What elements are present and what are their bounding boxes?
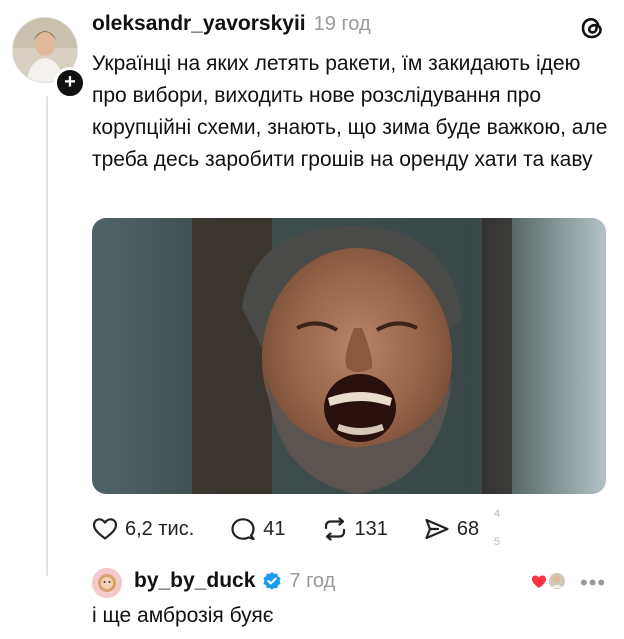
reply-timestamp: 7 год: [289, 569, 336, 592]
post-media-image[interactable]: [92, 218, 606, 494]
threads-logo-icon[interactable]: [578, 14, 606, 42]
heart-icon: [92, 518, 118, 540]
reply-text: і ще амброзія буяє: [92, 604, 274, 627]
post-header: oleksandr_yavorskyii 19 год: [92, 12, 371, 36]
heart-icon: [532, 575, 546, 588]
liked-by-author-indicator[interactable]: [530, 570, 568, 592]
like-button[interactable]: 6,2 тис.: [92, 517, 194, 541]
share-count: 68: [456, 517, 480, 540]
more-options-icon[interactable]: •••: [580, 570, 606, 596]
reply-avatar-image: [92, 568, 122, 598]
reply-avatar[interactable]: [92, 568, 122, 598]
overlay-number: 5: [494, 536, 501, 548]
repost-count: 131: [354, 517, 388, 540]
reply-username[interactable]: by_by_duck: [134, 569, 255, 593]
thread-connector-line: [46, 96, 48, 576]
send-icon: [425, 518, 449, 540]
post-username[interactable]: oleksandr_yavorskyii: [92, 12, 306, 36]
repost-button[interactable]: 131: [322, 517, 388, 541]
post-avatar-group[interactable]: +: [12, 17, 86, 99]
post-text: Українці на яких летять ракети, їм закид…: [92, 52, 608, 171]
repost-icon: [324, 517, 345, 541]
overlay-number: 4: [494, 508, 501, 520]
share-button[interactable]: 68: [424, 517, 479, 541]
post-timestamp: 19 год: [313, 13, 371, 35]
verified-badge-icon: [263, 572, 281, 590]
post-actions-bar: 6,2 тис. 41 131 68: [92, 513, 515, 545]
reply-header: by_by_duck 7 год: [134, 569, 335, 593]
follow-plus-icon[interactable]: +: [54, 67, 86, 99]
like-count: 6,2 тис.: [125, 517, 195, 540]
screaming-man-image: [92, 218, 606, 494]
comment-button[interactable]: 41: [230, 517, 286, 541]
comment-bubble-icon: [231, 518, 255, 541]
comment-count: 41: [263, 517, 286, 540]
